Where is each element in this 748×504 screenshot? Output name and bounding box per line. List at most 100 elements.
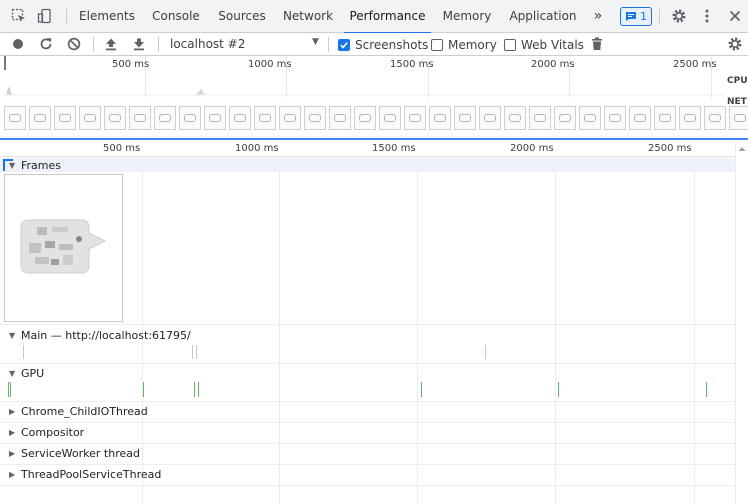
scroll-up-arrow-icon[interactable] <box>736 144 748 154</box>
tab-sources[interactable]: Sources <box>212 0 272 33</box>
tab-network[interactable]: Network <box>278 0 338 33</box>
expand-arrow-icon[interactable]: ▼ <box>9 369 16 378</box>
frame-screenshot-thumbnail[interactable] <box>4 174 123 322</box>
gpu-event[interactable] <box>558 382 559 397</box>
checkbox-unchecked-icon[interactable] <box>504 38 516 51</box>
flame-chart[interactable]: 500 ms 1000 ms 1500 ms 2000 ms 2500 ms ▼… <box>0 142 748 504</box>
screenshot-thumbnail[interactable] <box>729 106 748 130</box>
tab-performance[interactable]: Performance <box>344 0 431 34</box>
collapse-arrow-icon[interactable]: ▶ <box>9 428 16 437</box>
settings-icon[interactable] <box>669 6 689 26</box>
track-threadpoolservicethread[interactable]: ▶ ThreadPoolServiceThread <box>9 468 161 481</box>
screenshot-thumbnail[interactable] <box>229 106 251 130</box>
track-serviceworker-thread[interactable]: ▶ ServiceWorker thread <box>9 447 140 460</box>
main-thread-event[interactable] <box>196 345 197 359</box>
close-icon[interactable] <box>725 6 745 26</box>
screenshot-preview-icon <box>584 114 596 122</box>
expand-arrow-icon[interactable]: ▼ <box>9 331 16 340</box>
issues-badge[interactable]: 1 <box>620 7 652 26</box>
target-dropdown-arrow-icon[interactable]: ▼ <box>312 37 319 47</box>
cpu-activity-graph <box>4 86 724 96</box>
memory-checkbox[interactable]: Memory <box>431 37 497 52</box>
screenshot-thumbnail[interactable] <box>179 106 201 130</box>
collapse-arrow-icon[interactable]: ▶ <box>9 407 16 416</box>
screenshot-thumbnail[interactable] <box>429 106 451 130</box>
screenshot-thumbnail[interactable] <box>454 106 476 130</box>
gpu-event[interactable] <box>8 382 9 397</box>
screenshot-thumbnail[interactable] <box>79 106 101 130</box>
screenshot-thumbnail[interactable] <box>404 106 426 130</box>
screenshot-thumbnail[interactable] <box>529 106 551 130</box>
timeline-overview[interactable]: 500 ms 1000 ms 1500 ms 2000 ms 2500 ms C… <box>0 56 748 140</box>
screenshot-thumbnail[interactable] <box>654 106 676 130</box>
screenshot-thumbnail[interactable] <box>629 106 651 130</box>
flame-scrollbar[interactable] <box>735 142 748 504</box>
screenshot-thumbnail[interactable] <box>479 106 501 130</box>
gpu-event[interactable] <box>421 382 422 397</box>
screenshot-thumbnail[interactable] <box>329 106 351 130</box>
screenshot-thumbnail[interactable] <box>579 106 601 130</box>
download-icon[interactable] <box>130 35 148 53</box>
flame-tick: 2000 ms <box>510 143 554 154</box>
track-gpu[interactable]: ▼ GPU <box>9 367 44 380</box>
screenshot-thumbnail[interactable] <box>54 106 76 130</box>
screenshot-thumbnail[interactable] <box>4 106 26 130</box>
collapse-arrow-icon[interactable]: ▶ <box>9 470 16 479</box>
checkbox-unchecked-icon[interactable] <box>431 38 443 51</box>
garbage-collect-icon[interactable] <box>588 35 606 53</box>
screenshot-thumbnail[interactable] <box>504 106 526 130</box>
reload-icon[interactable] <box>37 35 55 53</box>
track-chrome-childiothread[interactable]: ▶ Chrome_ChildIOThread <box>9 405 148 418</box>
tab-memory[interactable]: Memory <box>437 0 497 33</box>
main-thread-event[interactable] <box>485 345 486 359</box>
screenshot-thumbnail[interactable] <box>279 106 301 130</box>
inspect-icon[interactable] <box>9 6 29 26</box>
screenshot-thumbnail[interactable] <box>254 106 276 130</box>
performance-toolbar: localhost #2 ▼ Screenshots Memory Web Vi… <box>0 33 748 56</box>
expand-arrow-icon[interactable]: ▼ <box>9 161 16 170</box>
track-compositor[interactable]: ▶ Compositor <box>9 426 84 439</box>
screenshot-thumbnail[interactable] <box>704 106 726 130</box>
main-thread-event[interactable] <box>23 345 24 359</box>
device-toolbar-icon[interactable] <box>35 6 55 26</box>
overview-tick: 1000 ms <box>248 59 292 70</box>
capture-settings-icon[interactable] <box>726 35 744 53</box>
track-frames[interactable]: ▼ Frames <box>9 159 61 172</box>
screenshot-thumbnail[interactable] <box>354 106 376 130</box>
screenshot-preview-icon <box>559 114 571 122</box>
screenshot-thumbnail[interactable] <box>554 106 576 130</box>
screenshot-thumbnail[interactable] <box>679 106 701 130</box>
overview-window-handle[interactable] <box>4 56 6 70</box>
gpu-event[interactable] <box>10 382 11 397</box>
screenshot-thumbnail[interactable] <box>204 106 226 130</box>
separator <box>158 37 159 52</box>
record-icon[interactable] <box>9 35 27 53</box>
more-icon[interactable] <box>697 6 717 26</box>
screenshot-preview-icon <box>659 114 671 122</box>
tab-console[interactable]: Console <box>146 0 206 33</box>
screenshot-thumbnail[interactable] <box>379 106 401 130</box>
screenshots-checkbox[interactable]: Screenshots <box>338 37 428 52</box>
gpu-event[interactable] <box>198 382 199 397</box>
clear-icon[interactable] <box>65 35 83 53</box>
screenshot-thumbnail[interactable] <box>29 106 51 130</box>
upload-icon[interactable] <box>102 35 120 53</box>
gpu-event[interactable] <box>194 382 195 397</box>
main-thread-event[interactable] <box>192 345 193 359</box>
screenshot-thumbnail[interactable] <box>304 106 326 130</box>
target-select[interactable]: localhost #2 <box>170 37 245 51</box>
track-main[interactable]: ▼ Main — http://localhost:61795/ <box>9 329 191 342</box>
gpu-event[interactable] <box>143 382 144 397</box>
tab-elements[interactable]: Elements <box>74 0 140 33</box>
checkbox-checked-icon[interactable] <box>338 38 350 51</box>
web-vitals-checkbox[interactable]: Web Vitals <box>504 37 584 52</box>
screenshot-thumbnail[interactable] <box>129 106 151 130</box>
flame-time-ruler: 500 ms 1000 ms 1500 ms 2000 ms 2500 ms <box>0 142 735 157</box>
tab-application[interactable]: Application <box>503 0 583 33</box>
screenshot-thumbnail[interactable] <box>154 106 176 130</box>
collapse-arrow-icon[interactable]: ▶ <box>9 449 16 458</box>
screenshot-thumbnail[interactable] <box>604 106 626 130</box>
screenshot-thumbnail[interactable] <box>104 106 126 130</box>
gpu-event[interactable] <box>706 382 707 397</box>
more-tabs-button[interactable]: » <box>588 0 608 33</box>
